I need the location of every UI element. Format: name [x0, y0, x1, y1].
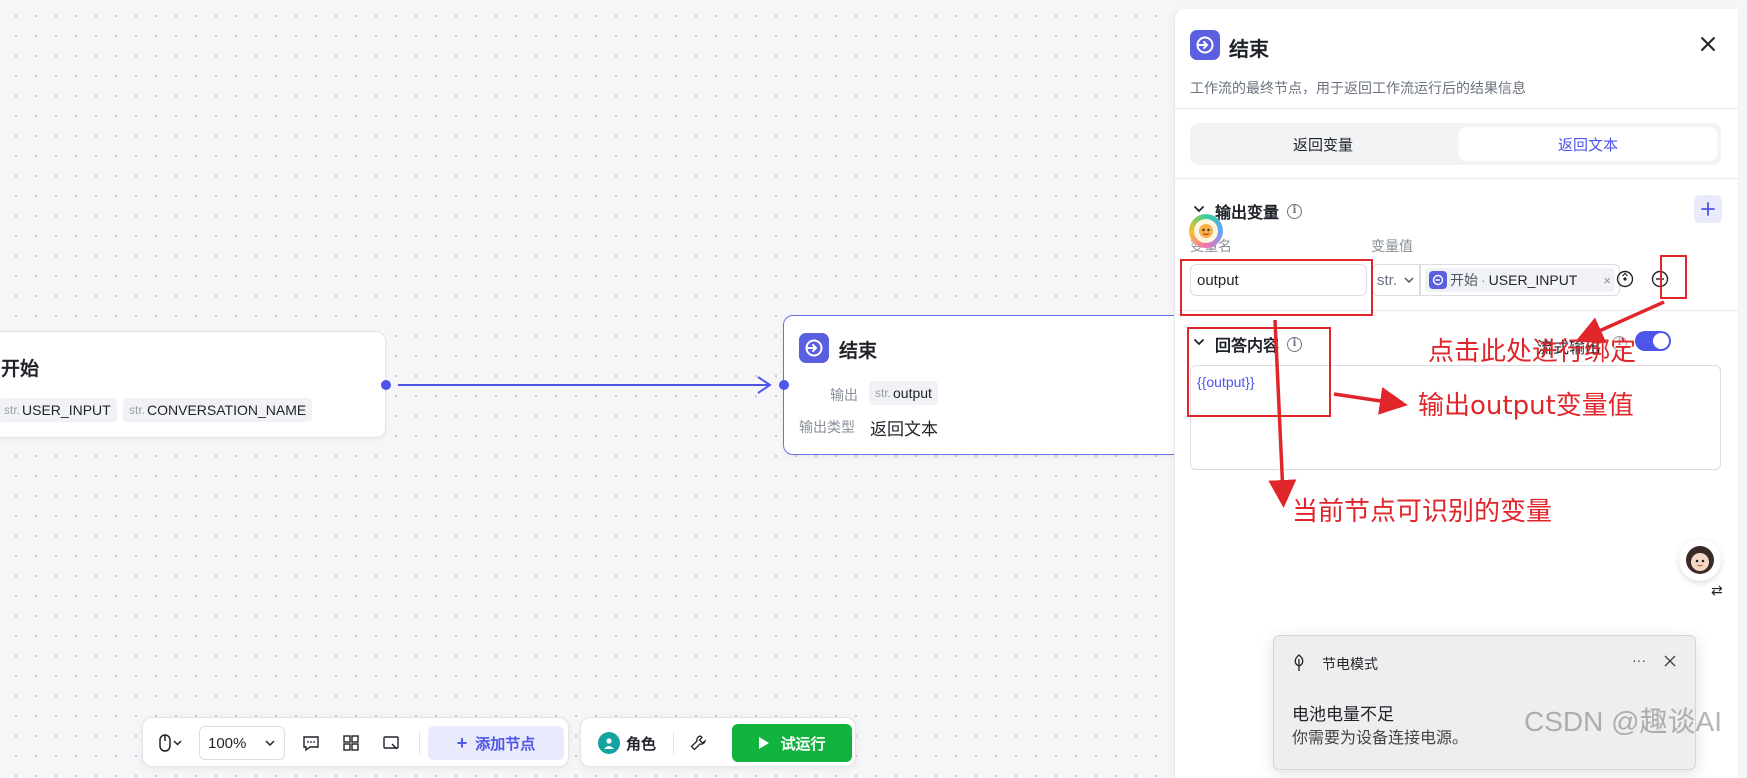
role-button[interactable]: 角色: [591, 726, 663, 760]
run-toolbar: 角色 试运行: [580, 717, 856, 767]
test-run-button[interactable]: 试运行: [732, 724, 852, 762]
wrench-icon[interactable]: [681, 726, 715, 760]
toast-more-button[interactable]: ···: [1632, 652, 1646, 668]
layout-grid-icon[interactable]: [333, 726, 369, 760]
watermark: CSDN @趣谈AI: [1524, 706, 1722, 737]
toast-close-icon[interactable]: [1662, 653, 1678, 674]
add-node-label: 添加节点: [475, 735, 536, 753]
test-run-label: 试运行: [780, 735, 826, 753]
zoom-value: 100%: [208, 734, 247, 752]
toast-heading: 电池电量不足: [1292, 705, 1394, 724]
play-icon: [759, 737, 770, 749]
annotation-output-hint: 输出output变量值: [1418, 391, 1634, 421]
chevron-down-icon: [265, 740, 275, 747]
leaf-icon: [1291, 654, 1307, 677]
annotation-bind-hint: 点击此处进行绑定: [1428, 337, 1637, 367]
role-label: 角色: [625, 735, 656, 753]
minimap-icon[interactable]: [373, 726, 409, 760]
canvas-toolbar: 100% + 添加节点: [142, 717, 569, 767]
zoom-select[interactable]: 100%: [199, 726, 285, 760]
role-avatar-icon: [597, 732, 620, 754]
annotation-vars-hint: 当前节点可识别的变量: [1292, 497, 1553, 527]
toast-body: 你需要为设备连接电源。: [1292, 730, 1469, 747]
toolbar-divider: [419, 732, 420, 754]
toolbar-divider: [673, 732, 674, 754]
add-node-button[interactable]: + 添加节点: [428, 726, 564, 760]
comment-icon[interactable]: [293, 726, 329, 760]
mouse-mode-button[interactable]: [151, 726, 191, 760]
plus-icon: +: [456, 733, 468, 753]
toast-title: 节电模式: [1322, 656, 1378, 672]
